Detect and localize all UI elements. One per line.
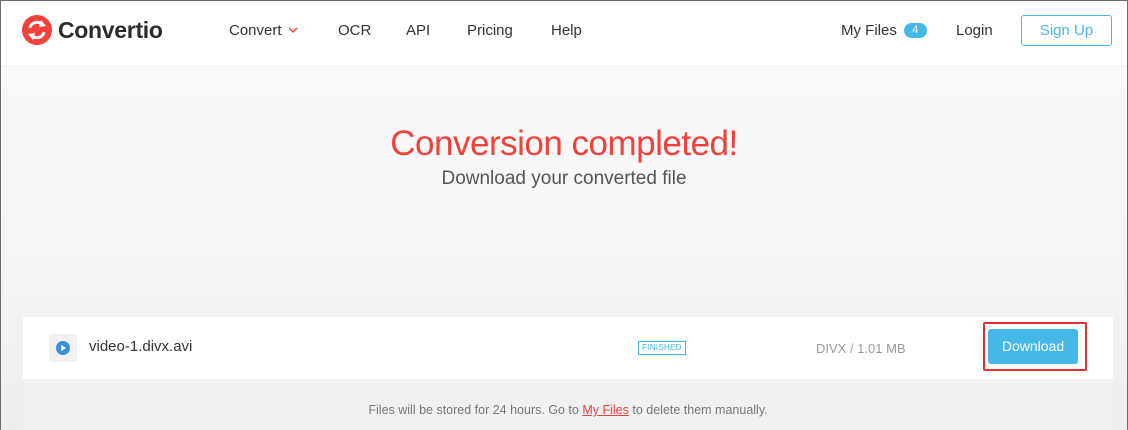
file-preview-button[interactable]: [49, 334, 77, 362]
my-files-link[interactable]: My Files 4: [841, 22, 927, 39]
page-subtitle: Download your converted file: [441, 168, 687, 189]
chevron-down-icon: [288, 27, 298, 33]
top-navbar: Convertio Convert OCR API Pricing Help M…: [1, 1, 1127, 67]
logo-text: Convertio: [58, 16, 163, 43]
convertio-logo-icon: [22, 15, 52, 45]
nav-pricing[interactable]: Pricing: [467, 22, 513, 39]
storage-note: Files will be stored for 24 hours. Go to…: [23, 403, 1113, 417]
signup-button[interactable]: Sign Up: [1021, 15, 1112, 46]
file-row: video-1.divx.avi FINISHED DIVX / 1.01 MB…: [23, 317, 1113, 379]
my-files-label: My Files: [841, 22, 897, 39]
logo[interactable]: Convertio: [22, 15, 163, 45]
nav-help[interactable]: Help: [551, 22, 582, 39]
my-files-count-badge: 4: [903, 23, 927, 38]
login-link[interactable]: Login: [956, 22, 993, 39]
my-files-note-link[interactable]: My Files: [582, 403, 629, 417]
download-button[interactable]: Download: [988, 329, 1078, 364]
file-name: video-1.divx.avi: [89, 338, 193, 355]
status-badge: FINISHED: [638, 341, 686, 355]
file-format-size: DIVX / 1.01 MB: [816, 341, 906, 356]
storage-note-bar: Files will be stored for 24 hours. Go to…: [23, 379, 1113, 430]
play-icon: [56, 341, 70, 355]
nav-ocr[interactable]: OCR: [338, 22, 371, 39]
page-title: Conversion completed!: [390, 124, 738, 163]
nav-convert[interactable]: Convert: [229, 22, 298, 39]
storage-note-text-before: Files will be stored for 24 hours. Go to: [368, 403, 583, 417]
nav-convert-label: Convert: [229, 22, 282, 39]
nav-api[interactable]: API: [406, 22, 430, 39]
storage-note-text-after: to delete them manually.: [628, 403, 768, 417]
